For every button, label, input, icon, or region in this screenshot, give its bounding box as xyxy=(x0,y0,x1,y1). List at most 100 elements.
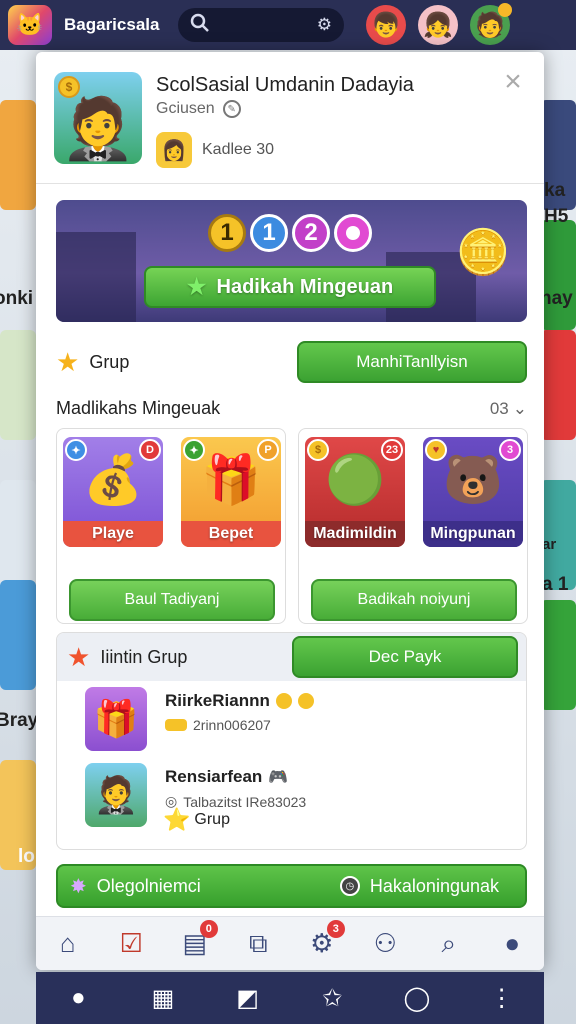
footer-right[interactable]: ◷ Hakaloningunak xyxy=(339,876,499,897)
rewards-count[interactable]: 03 ⌄ xyxy=(490,399,527,419)
sparkle-icon: ✦ xyxy=(183,439,205,461)
profile-avatar[interactable]: 🧑 xyxy=(470,3,512,45)
tile-badge: 3 xyxy=(499,439,521,461)
emoji-badge-icon: 🎮 xyxy=(268,769,289,786)
user-icon[interactable]: ● xyxy=(61,984,95,1012)
character-avatar-icon: 🤵 xyxy=(60,95,136,162)
reward-claim-button[interactable]: Baul Tadiyanj xyxy=(69,579,275,621)
more-icon[interactable]: ⋮ xyxy=(485,984,519,1013)
notification-dot xyxy=(498,3,512,17)
search-icon[interactable]: ⌕ xyxy=(432,928,466,960)
step-badge: 2 xyxy=(292,214,330,252)
progress-steps: 1 1 2 xyxy=(208,214,372,252)
reward-tile[interactable]: 💰 Playe ✦ D xyxy=(63,437,163,547)
background-tile xyxy=(540,220,576,330)
group-action-button[interactable]: ManhiTanllyisn xyxy=(297,341,527,383)
profile-icon[interactable]: ◯ xyxy=(400,984,434,1013)
friend-name-text: Rensiarfean xyxy=(165,767,263,786)
background-text: ka xyxy=(544,180,566,201)
reward-tile-caption: Bepet xyxy=(181,521,281,547)
friend-group-text: Grup xyxy=(194,811,230,828)
search-icon[interactable] xyxy=(190,13,210,38)
chevron-down-icon: ⌄ xyxy=(512,398,527,418)
profile-name: ScolSasial Umdanin Dadayia xyxy=(156,74,414,96)
reward-tile[interactable]: 🎁 Bepet ✦ P xyxy=(181,437,281,547)
tile-badge: 23 xyxy=(381,439,403,461)
reward-card: 💰 Playe ✦ D 🎁 Bepet ✦ P Baul Tadiyanj xyxy=(56,428,286,624)
cat-mascot-icon: 🐱 xyxy=(16,12,44,37)
list-item[interactable]: 🤵 Rensiarfean 🎮 ◎ Talbazitst IRe83023 xyxy=(85,763,505,827)
invite-group-title: Iiintin Grup xyxy=(100,646,188,667)
reward-tile[interactable]: 🟢 Madimildin $ 23 xyxy=(305,437,405,547)
reward-claim-button[interactable]: Badikah noiyunj xyxy=(311,579,517,621)
level-avatar-icon: 👩 xyxy=(156,132,192,168)
background-tile xyxy=(0,330,36,440)
background-text: H5 xyxy=(544,206,569,227)
gift-icon[interactable]: ⧉ xyxy=(241,928,275,960)
gear-icon[interactable]: ⚙ 3 xyxy=(305,920,345,959)
reward-tile-caption: Mingpunan xyxy=(423,521,523,547)
star-icon: ★ xyxy=(67,641,91,672)
people-icon[interactable]: ⚇ xyxy=(368,928,402,959)
search-bar[interactable]: ⚙ xyxy=(178,8,344,42)
home-icon[interactable]: ⌂ xyxy=(51,928,85,959)
background-text: Bray xyxy=(0,710,39,731)
invite-group-panel: ★ Iiintin Grup Dec Payk 🎁 RiirkeRiannn 2… xyxy=(56,632,527,850)
invite-button[interactable]: Dec Payk xyxy=(292,636,518,678)
app-logo[interactable]: 🐱 xyxy=(8,5,52,45)
step-badge-empty xyxy=(334,214,372,252)
coin-icon xyxy=(275,693,292,709)
sparkle-icon: ✸ xyxy=(70,875,87,898)
profile-header: 🤵 $ ScolSasial Umdanin Dadayia Gciusen ✎… xyxy=(36,52,544,184)
friend-avatar[interactable]: 👧 xyxy=(418,5,458,45)
invite-group-header: ★ Iiintin Grup Dec Payk xyxy=(57,633,526,681)
footer-left[interactable]: ✸ Olegolniemci xyxy=(70,874,201,899)
claim-reward-label: Hadikah Mingeuan xyxy=(216,275,394,298)
profile-modal: 🤵 $ ScolSasial Umdanin Dadayia Gciusen ✎… xyxy=(36,52,544,970)
close-icon: × xyxy=(504,65,522,98)
reward-tile-caption: Madimildin xyxy=(305,521,405,547)
clock-icon: ◷ xyxy=(339,876,360,896)
background-tile xyxy=(540,600,576,710)
bottom-nav: ● ▦ ◩ ✩ ◯ ⋮ xyxy=(36,972,544,1024)
gear-icon[interactable]: ⚙ xyxy=(317,15,332,35)
user-icon[interactable]: ● xyxy=(495,928,529,959)
reward-card: 🟢 Madimildin $ 23 🐻 Mingpunan ♥ 3 Badika… xyxy=(298,428,528,624)
calendar-icon[interactable]: ▦ xyxy=(146,984,180,1013)
banner-building xyxy=(56,232,136,322)
edit-icon[interactable]: ✎ xyxy=(222,100,241,118)
star-icon[interactable]: ✩ xyxy=(315,984,349,1013)
profile-picture: 🤵 $ xyxy=(54,72,142,164)
reward-tile-caption: Playe xyxy=(63,521,163,547)
group-label-text: Grup xyxy=(89,351,130,372)
group-label: ★ Grup xyxy=(56,347,129,378)
rewards-title: Madlikahs Mingeuak xyxy=(56,398,221,418)
friend-name-text: RiirkeRiannn xyxy=(165,691,270,710)
friend-group-tag: ⭐ Grup xyxy=(163,807,230,833)
background-right-column: ka H5 nay a 1 ar xyxy=(540,60,576,1024)
close-button[interactable]: × xyxy=(498,65,528,98)
chart-icon[interactable]: ◩ xyxy=(231,984,265,1013)
friend-subtitle: 2rinn006207 xyxy=(165,717,271,733)
background-text: lo xyxy=(18,846,35,867)
checklist-icon[interactable]: ☑ xyxy=(114,928,148,959)
background-tile xyxy=(0,580,36,690)
background-text: a 1 xyxy=(542,574,569,595)
reward-tile[interactable]: 🐻 Mingpunan ♥ 3 xyxy=(423,437,523,547)
document-icon[interactable]: ▤ 0 xyxy=(178,920,218,959)
tab-badge: 3 xyxy=(326,920,345,938)
reward-banner: 1 1 2 🪙 ★ Hadikah Mingeuan xyxy=(56,200,527,322)
level-row: 👩 Kadlee 30 xyxy=(156,132,274,168)
rewards-section-header: Madlikahs Mingeuak 03 ⌄ xyxy=(56,398,527,419)
invite-group-label: ★ Iiintin Grup xyxy=(67,642,187,673)
claim-reward-button[interactable]: ★ Hadikah Mingeuan xyxy=(144,266,436,308)
coin-icon: $ xyxy=(58,76,80,98)
profile-subtitle: Gciusen ✎ xyxy=(156,100,241,118)
coin-icon xyxy=(297,693,314,709)
app-name: Bagaricsala xyxy=(64,15,160,34)
tab-badge: 0 xyxy=(199,920,218,938)
friend-avatar[interactable]: 👦 xyxy=(366,5,406,45)
list-item[interactable]: 🎁 RiirkeRiannn 2rinn006207 xyxy=(85,687,505,751)
footer-action-bar[interactable]: ✸ Olegolniemci ◷ Hakaloningunak xyxy=(56,864,527,908)
friend-name: RiirkeRiannn xyxy=(165,691,314,711)
